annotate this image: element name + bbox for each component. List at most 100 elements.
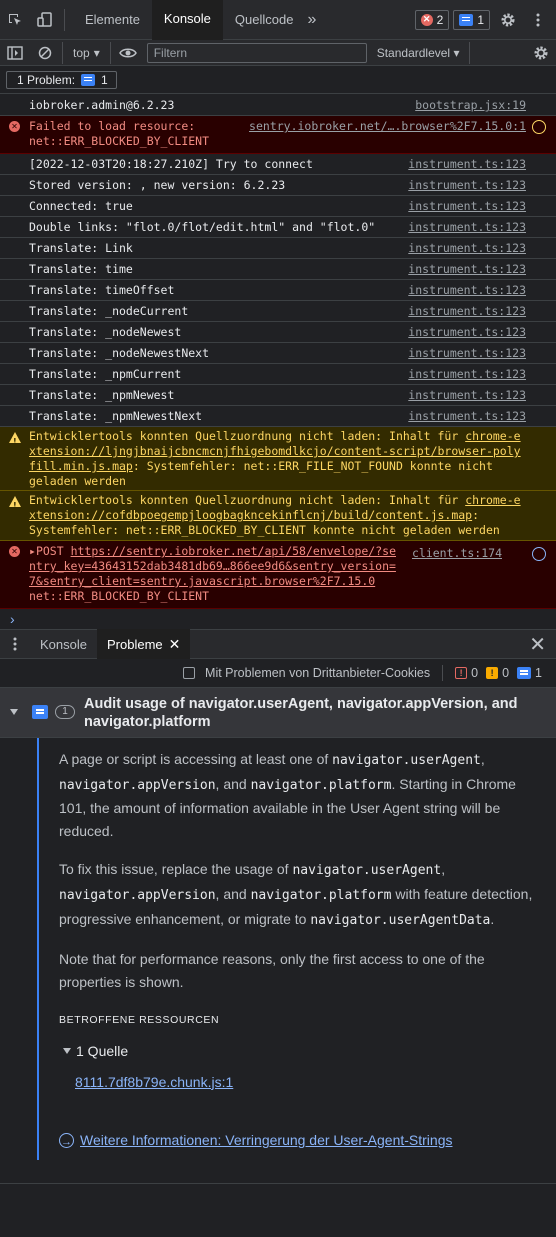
source-link[interactable]: sentry.iobroker.net/….browser%2F7.15.0:1 [249, 119, 526, 134]
problems-button[interactable]: 1 Problem: 1 [6, 70, 117, 89]
warning-icon: ! [9, 432, 21, 446]
devtools-tabbar: Elemente Konsole Quellcode » ✕ 2 1 [0, 0, 556, 40]
issue-count-badge[interactable]: 1 [453, 9, 490, 30]
console-toolbar: top ▾ Filtern Standardlevel ▾ [0, 40, 556, 66]
chevron-down-icon: ▾ [453, 45, 460, 60]
log-row: Stored version: , new version: 6.2.23 ins… [0, 175, 556, 196]
source-link[interactable]: instrument.ts:123 [408, 178, 526, 193]
source-map-link[interactable]: xtension://cofdbpoegempjloogbagkncekinfl… [29, 508, 472, 522]
error-icon: ✕ [9, 121, 20, 132]
network-request-icon[interactable] [532, 547, 546, 561]
drawer-tabbar: Konsole Probleme ✕ ✕ [0, 629, 556, 659]
more-info-link[interactable]: Weitere Informationen: Verringerung der … [80, 1129, 452, 1152]
filter-input[interactable]: Filtern [146, 42, 367, 63]
divider [62, 41, 63, 64]
log-row: [2022-12-03T20:18:27.210Z] Try to connec… [0, 154, 556, 175]
request-url-link[interactable]: ntry_key=43643152dab3481db69…866ee9d6&se… [29, 559, 396, 573]
source-link[interactable]: instrument.ts:123 [408, 304, 526, 319]
source-link[interactable]: instrument.ts:123 [408, 241, 526, 256]
source-link[interactable]: instrument.ts:123 [408, 367, 526, 382]
divider [64, 8, 65, 31]
log-row: Translate: _npmCurrent instrument.ts:123 [0, 364, 556, 385]
drawer-menu-icon[interactable] [0, 637, 30, 651]
issue-header[interactable]: 1 Audit usage of navigator.userAgent, na… [0, 688, 556, 738]
source-map-link[interactable]: xtension://ljngjbnaijcbncmcnjfhigebomdlk… [29, 444, 521, 458]
warning-row: ! Entwicklertools konnten Quellzuordnung… [0, 427, 556, 491]
more-info-row: Weitere Informationen: Verringerung der … [59, 1129, 536, 1154]
source-link[interactable]: instrument.ts:123 [408, 409, 526, 424]
warning-icon: ! [486, 667, 499, 679]
log-row: Connected: true instrument.ts:123 [0, 196, 556, 217]
divider [469, 41, 471, 64]
issue-body: A page or script is accessing at least o… [37, 738, 556, 1160]
source-link[interactable]: instrument.ts:123 [408, 283, 526, 298]
drawer-tab-konsole[interactable]: Konsole [30, 629, 97, 659]
log-row: iobroker.admin@6.2.23 bootstrap.jsx:19 [0, 95, 556, 116]
error-row: ✕ ▸POST https://sentry.iobroker.net/api/… [0, 541, 556, 609]
drawer-tab-probleme[interactable]: Probleme ✕ [96, 629, 191, 659]
warning-row: ! Entwicklertools konnten Quellzuordnung… [0, 491, 556, 541]
source-map-link[interactable]: chrome-e [465, 493, 520, 507]
log-level-select[interactable]: Standardlevel ▾ [377, 46, 460, 60]
third-party-label: Mit Problemen von Drittanbieter-Cookies [205, 666, 431, 680]
issue-fix-text: To fix this issue, replace the usage of … [59, 861, 533, 928]
issue-icon [32, 705, 48, 719]
issue-note: Note that for performance reasons, only … [59, 951, 485, 990]
error-icon: ! [455, 667, 468, 679]
log-row: Translate: _npmNewestNext instrument.ts:1… [0, 406, 556, 427]
source-map-link[interactable]: chrome-e [465, 429, 520, 443]
log-row: Translate: timeOffset instrument.ts:123 [0, 280, 556, 301]
request-url-link[interactable]: https://sentry.iobroker.net/api/58/envel… [71, 544, 396, 558]
more-tabs-button[interactable]: » [307, 11, 316, 29]
source-link[interactable]: instrument.ts:123 [408, 220, 526, 235]
network-request-icon[interactable] [532, 120, 546, 134]
chevron-down-icon: ▾ [93, 45, 100, 60]
source-map-link[interactable]: fill.min.js.map [29, 459, 133, 473]
error-icon: ✕ [9, 546, 20, 557]
issue-icon [81, 73, 96, 86]
console-log: iobroker.admin@6.2.23 bootstrap.jsx:19 ✕ … [0, 95, 556, 609]
issues-toolbar: Mit Problemen von Drittanbieter-Cookies … [0, 659, 556, 688]
source-link[interactable]: client.ts:174 [412, 546, 502, 561]
close-drawer-icon[interactable]: ✕ [529, 632, 556, 657]
source-link[interactable]: instrument.ts:123 [408, 199, 526, 214]
affected-resources-heading: BETROFFENE RESSOURCEN [59, 1014, 220, 1027]
settings-gear-icon[interactable] [494, 0, 522, 40]
log-row: Translate: _nodeNewest instrument.ts:123 [0, 322, 556, 343]
issue-title: Audit usage of navigator.userAgent, navi… [84, 696, 518, 730]
source-link[interactable]: instrument.ts:123 [408, 325, 526, 340]
third-party-checkbox[interactable] [183, 667, 196, 679]
error-count-badge[interactable]: ✕ 2 [414, 9, 450, 30]
arrow-circle-icon [59, 1131, 74, 1154]
issue-icon [459, 13, 474, 26]
log-row: Translate: _npmNewest instrument.ts:123 [0, 385, 556, 406]
request-url-link[interactable]: 7&sentry_client=sentry.javascript.browse… [29, 574, 375, 588]
source-link[interactable]: instrument.ts:123 [408, 262, 526, 277]
log-row: Double links: "flot.0/flot/edit.html" an… [0, 217, 556, 238]
log-row: Translate: time instrument.ts:123 [0, 259, 556, 280]
context-selector[interactable]: top ▾ [65, 46, 108, 60]
collapse-triangle-icon [63, 1047, 71, 1054]
divider [109, 41, 111, 64]
divider [0, 1183, 556, 1184]
resource-link[interactable]: 8111.7df8b79e.chunk.js:1 [75, 1071, 536, 1094]
expand-triangle-icon[interactable]: ▸ [29, 544, 36, 558]
source-link[interactable]: bootstrap.jsx:19 [415, 98, 526, 113]
collapse-triangle-icon[interactable] [10, 709, 18, 715]
warning-icon: ! [9, 496, 21, 510]
info-icon [517, 667, 532, 679]
console-prompt[interactable]: › [10, 611, 15, 627]
error-icon: ✕ [420, 13, 433, 26]
issue-description: A page or script is accessing at least o… [59, 751, 516, 839]
source-link[interactable]: instrument.ts:123 [408, 157, 526, 172]
source-link[interactable]: instrument.ts:123 [408, 346, 526, 361]
log-row: Translate: Link instrument.ts:123 [0, 238, 556, 259]
tab-quellcode[interactable]: Quellcode [223, 0, 306, 40]
source-toggle[interactable]: 1 Quelle [59, 1040, 536, 1063]
tab-konsole[interactable]: Konsole [151, 0, 223, 40]
divider [442, 665, 444, 681]
log-row: Translate: _nodeCurrent instrument.ts:123 [0, 301, 556, 322]
close-tab-icon[interactable]: ✕ [169, 636, 181, 653]
source-link[interactable]: instrument.ts:123 [408, 388, 526, 403]
error-row: ✕ Failed to load resource: net::ERR_BLOC… [0, 116, 556, 154]
